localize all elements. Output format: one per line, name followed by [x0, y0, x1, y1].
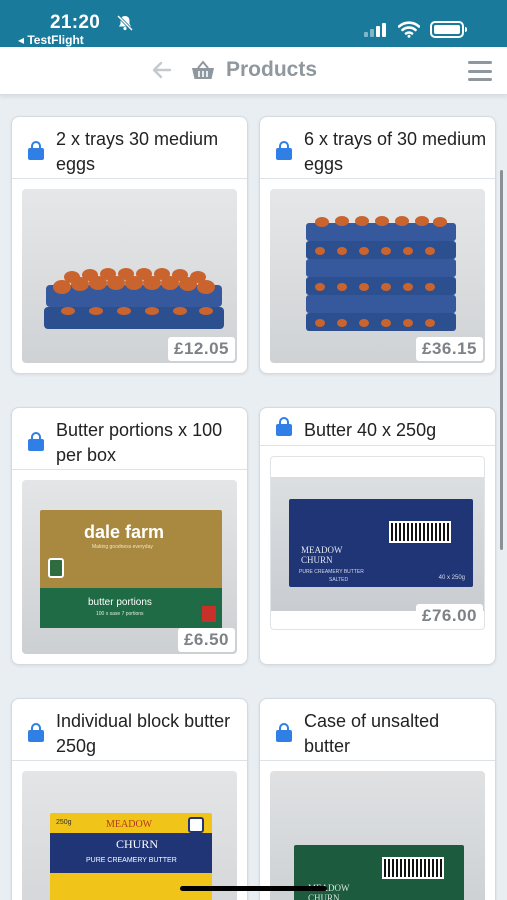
shopping-bag-icon[interactable]	[274, 417, 294, 437]
block-weight: 250g	[56, 819, 72, 826]
unsalted-case: MEADOW CHURN	[294, 845, 464, 900]
product-name: Individual block butter 250g	[56, 711, 231, 756]
product-photo[interactable]: MEADOW CHURN	[270, 771, 485, 900]
product-card[interactable]: Butter portions x 100 per box dale farm …	[11, 407, 248, 665]
product-card-header: Case of unsalted butter	[260, 699, 495, 761]
product-card-header: Individual block butter 250g	[12, 699, 247, 761]
status-time: 21:20	[50, 12, 101, 33]
nav-bar: Products	[0, 47, 507, 95]
box-red-label	[202, 606, 216, 622]
product-card-header: Butter portions x 100 per box	[12, 408, 247, 470]
product-name: 2 x trays 30 medium eggs	[56, 129, 219, 174]
box-green-band	[40, 588, 222, 628]
box-product: butter portions	[88, 597, 152, 608]
price-tag: £76.00	[416, 604, 483, 628]
bell-slash-icon	[116, 14, 134, 32]
shopping-bag-icon[interactable]	[26, 432, 46, 452]
box-detail: 100 x sase 7 portions	[96, 611, 144, 617]
case-sub2: SALTED	[329, 577, 349, 583]
case-barcode	[382, 857, 444, 879]
block-brand2: CHURN	[116, 837, 159, 851]
back-to-testflight[interactable]: ◂ TestFlight	[18, 33, 84, 47]
battery-icon	[430, 21, 467, 38]
wifi-icon	[398, 21, 420, 38]
case-sub: PURE CREAMERY BUTTER	[299, 569, 364, 575]
product-photo[interactable]: 250g MEADOW CHURN PURE CREAMERY BUTTER	[22, 771, 237, 900]
scrollbar[interactable]	[500, 170, 503, 550]
price-tag: £12.05	[168, 337, 235, 361]
product-card[interactable]: Butter 40 x 250g MEADOW CHURN PURE CREAM…	[259, 407, 496, 665]
shopping-bag-icon[interactable]	[274, 723, 294, 743]
product-name: Butter 40 x 250g	[304, 420, 437, 440]
butter-box: dale farm Making goodness everyday butte…	[40, 510, 222, 628]
product-card-header: Butter 40 x 250g	[260, 408, 495, 446]
box-brand: dale farm	[84, 522, 165, 542]
case-brand: MEADOW CHURN	[301, 545, 343, 565]
box-logo	[48, 558, 64, 578]
block-badge	[188, 817, 204, 833]
product-name: 6 x trays of 30 medium eggs	[304, 129, 487, 174]
hamburger-menu-icon[interactable]	[468, 61, 492, 81]
page-title: Products	[226, 58, 318, 81]
block-sub: PURE CREAMERY BUTTER	[86, 857, 177, 864]
shopping-bag-icon[interactable]	[26, 141, 46, 161]
product-card-header: 6 x trays of 30 medium eggs	[260, 117, 495, 179]
case-barcode	[389, 521, 451, 543]
product-card-header: 2 x trays 30 medium eggs	[12, 117, 247, 179]
price-tag: £6.50	[177, 628, 235, 652]
status-bar: 21:20 ◂ TestFlight	[0, 0, 507, 47]
product-card[interactable]: Individual block butter 250g 250g MEADOW…	[11, 698, 248, 900]
box-tagline: Making goodness everyday	[92, 544, 153, 550]
case-size: 40 x 250g	[438, 575, 465, 581]
product-name: Case of unsalted butter	[304, 711, 440, 756]
back-arrow-icon[interactable]	[150, 58, 174, 82]
price-tag: £36.15	[416, 337, 483, 361]
shopping-bag-icon[interactable]	[26, 723, 46, 743]
home-indicator[interactable]	[180, 886, 327, 891]
product-name: Butter portions x 100 per box	[56, 420, 223, 465]
block-brand1: MEADOW	[106, 819, 153, 830]
product-card[interactable]: Case of unsalted butter MEADOW CHURN	[259, 698, 496, 900]
signal-icon	[364, 23, 386, 37]
shopping-bag-icon[interactable]	[274, 141, 294, 161]
butter-case: MEADOW CHURN PURE CREAMERY BUTTER SALTED…	[289, 499, 473, 587]
basket-icon	[192, 60, 214, 79]
product-card[interactable]: 2 x trays 30 medium eggs £12.05	[11, 116, 248, 374]
product-card[interactable]: 6 x trays of 30 medium eggs £36.15	[259, 116, 496, 374]
